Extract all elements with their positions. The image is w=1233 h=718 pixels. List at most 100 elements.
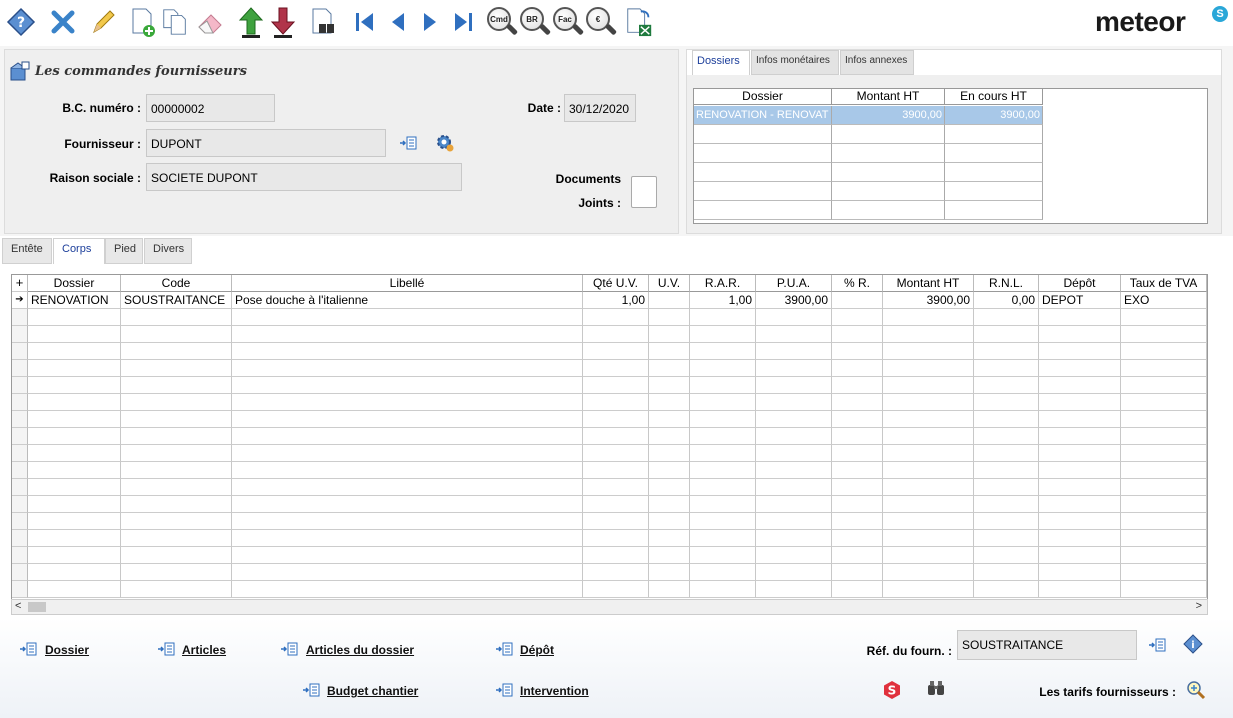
- empty-cell[interactable]: [832, 394, 883, 411]
- empty-cell[interactable]: [121, 496, 232, 513]
- empty-cell[interactable]: [974, 309, 1039, 326]
- empty-cell[interactable]: [121, 394, 232, 411]
- empty-cell[interactable]: [1039, 309, 1121, 326]
- empty-cell[interactable]: [121, 360, 232, 377]
- cell-uv[interactable]: [649, 292, 690, 309]
- cell-rar[interactable]: 1,00: [690, 292, 756, 309]
- empty-cell[interactable]: [121, 530, 232, 547]
- empty-cell[interactable]: [121, 343, 232, 360]
- empty-cell[interactable]: [121, 326, 232, 343]
- empty-cell[interactable]: [28, 513, 121, 530]
- empty-cell[interactable]: [832, 201, 945, 220]
- empty-cell[interactable]: [232, 360, 583, 377]
- row-selector[interactable]: [12, 411, 28, 428]
- empty-cell[interactable]: [690, 309, 756, 326]
- empty-cell[interactable]: [232, 428, 583, 445]
- empty-cell[interactable]: [583, 428, 649, 445]
- empty-cell[interactable]: [583, 547, 649, 564]
- empty-cell[interactable]: [232, 513, 583, 530]
- empty-cell[interactable]: [832, 377, 883, 394]
- empty-cell[interactable]: [974, 377, 1039, 394]
- empty-cell[interactable]: [690, 377, 756, 394]
- tab-dossiers[interactable]: Dossiers: [692, 50, 750, 75]
- empty-cell[interactable]: [690, 462, 756, 479]
- scrollbar-thumb[interactable]: [28, 602, 46, 612]
- empty-cell[interactable]: [690, 326, 756, 343]
- cell-montant[interactable]: 3900,00: [883, 292, 974, 309]
- empty-cell[interactable]: [945, 163, 1043, 182]
- empty-cell[interactable]: [945, 144, 1043, 163]
- empty-cell[interactable]: [649, 411, 690, 428]
- row-selector[interactable]: [12, 428, 28, 445]
- dossier-cell[interactable]: 3900,00: [832, 106, 945, 125]
- empty-cell[interactable]: [232, 326, 583, 343]
- empty-cell[interactable]: [756, 411, 832, 428]
- row-selector[interactable]: [12, 479, 28, 496]
- empty-cell[interactable]: [690, 411, 756, 428]
- empty-cell[interactable]: [649, 496, 690, 513]
- empty-cell[interactable]: [232, 343, 583, 360]
- empty-cell[interactable]: [232, 462, 583, 479]
- empty-cell[interactable]: [883, 394, 974, 411]
- empty-cell[interactable]: [1121, 513, 1207, 530]
- empty-cell[interactable]: [583, 479, 649, 496]
- row-selector[interactable]: [12, 377, 28, 394]
- empty-cell[interactable]: [756, 360, 832, 377]
- bc-number-field[interactable]: 00000002: [146, 94, 275, 122]
- empty-cell[interactable]: [756, 530, 832, 547]
- col-rnl-header[interactable]: R.N.L.: [974, 275, 1039, 292]
- empty-cell[interactable]: [28, 377, 121, 394]
- empty-cell[interactable]: [583, 343, 649, 360]
- empty-cell[interactable]: [974, 479, 1039, 496]
- company-name-field[interactable]: SOCIETE DUPONT: [146, 163, 462, 191]
- attached-document-icon[interactable]: [631, 176, 657, 208]
- empty-cell[interactable]: [649, 360, 690, 377]
- empty-cell[interactable]: [974, 513, 1039, 530]
- empty-cell[interactable]: [883, 496, 974, 513]
- empty-cell[interactable]: [1039, 360, 1121, 377]
- depot-link-icon[interactable]: [495, 642, 513, 656]
- empty-cell[interactable]: [649, 326, 690, 343]
- empty-cell[interactable]: [945, 201, 1043, 220]
- empty-cell[interactable]: [756, 564, 832, 581]
- row-selector[interactable]: [12, 581, 28, 598]
- empty-cell[interactable]: [649, 428, 690, 445]
- date-field[interactable]: 30/12/2020: [564, 94, 636, 122]
- col-uv-header[interactable]: U.V.: [649, 275, 690, 292]
- empty-cell[interactable]: [756, 513, 832, 530]
- empty-cell[interactable]: [649, 445, 690, 462]
- empty-cell[interactable]: [974, 411, 1039, 428]
- empty-cell[interactable]: [1039, 479, 1121, 496]
- row-selector[interactable]: [12, 343, 28, 360]
- empty-cell[interactable]: [232, 496, 583, 513]
- dossier-cell[interactable]: 3900,00: [945, 106, 1043, 125]
- empty-cell[interactable]: [232, 377, 583, 394]
- empty-cell[interactable]: [121, 428, 232, 445]
- empty-cell[interactable]: [832, 163, 945, 182]
- empty-cell[interactable]: [832, 326, 883, 343]
- empty-cell[interactable]: [1121, 530, 1207, 547]
- empty-cell[interactable]: [832, 360, 883, 377]
- col-depot-header[interactable]: Dépôt: [1039, 275, 1121, 292]
- empty-cell[interactable]: [945, 182, 1043, 201]
- empty-cell[interactable]: [121, 377, 232, 394]
- articles-dossier-link-icon[interactable]: [280, 642, 298, 656]
- empty-cell[interactable]: [232, 530, 583, 547]
- empty-cell[interactable]: [583, 326, 649, 343]
- empty-cell[interactable]: [1039, 513, 1121, 530]
- row-selector[interactable]: [12, 309, 28, 326]
- empty-cell[interactable]: [883, 530, 974, 547]
- empty-cell[interactable]: [121, 462, 232, 479]
- intervention-link[interactable]: Intervention: [520, 684, 589, 698]
- empty-cell[interactable]: [756, 309, 832, 326]
- empty-cell[interactable]: [1121, 581, 1207, 598]
- depot-link[interactable]: Dépôt: [520, 643, 554, 657]
- empty-cell[interactable]: [121, 564, 232, 581]
- empty-cell[interactable]: [756, 445, 832, 462]
- lookup-euro-button[interactable]: €: [585, 6, 619, 40]
- empty-cell[interactable]: [883, 513, 974, 530]
- cell-pua[interactable]: 3900,00: [756, 292, 832, 309]
- empty-cell[interactable]: [1121, 479, 1207, 496]
- cell-rnl[interactable]: 0,00: [974, 292, 1039, 309]
- empty-cell[interactable]: [690, 479, 756, 496]
